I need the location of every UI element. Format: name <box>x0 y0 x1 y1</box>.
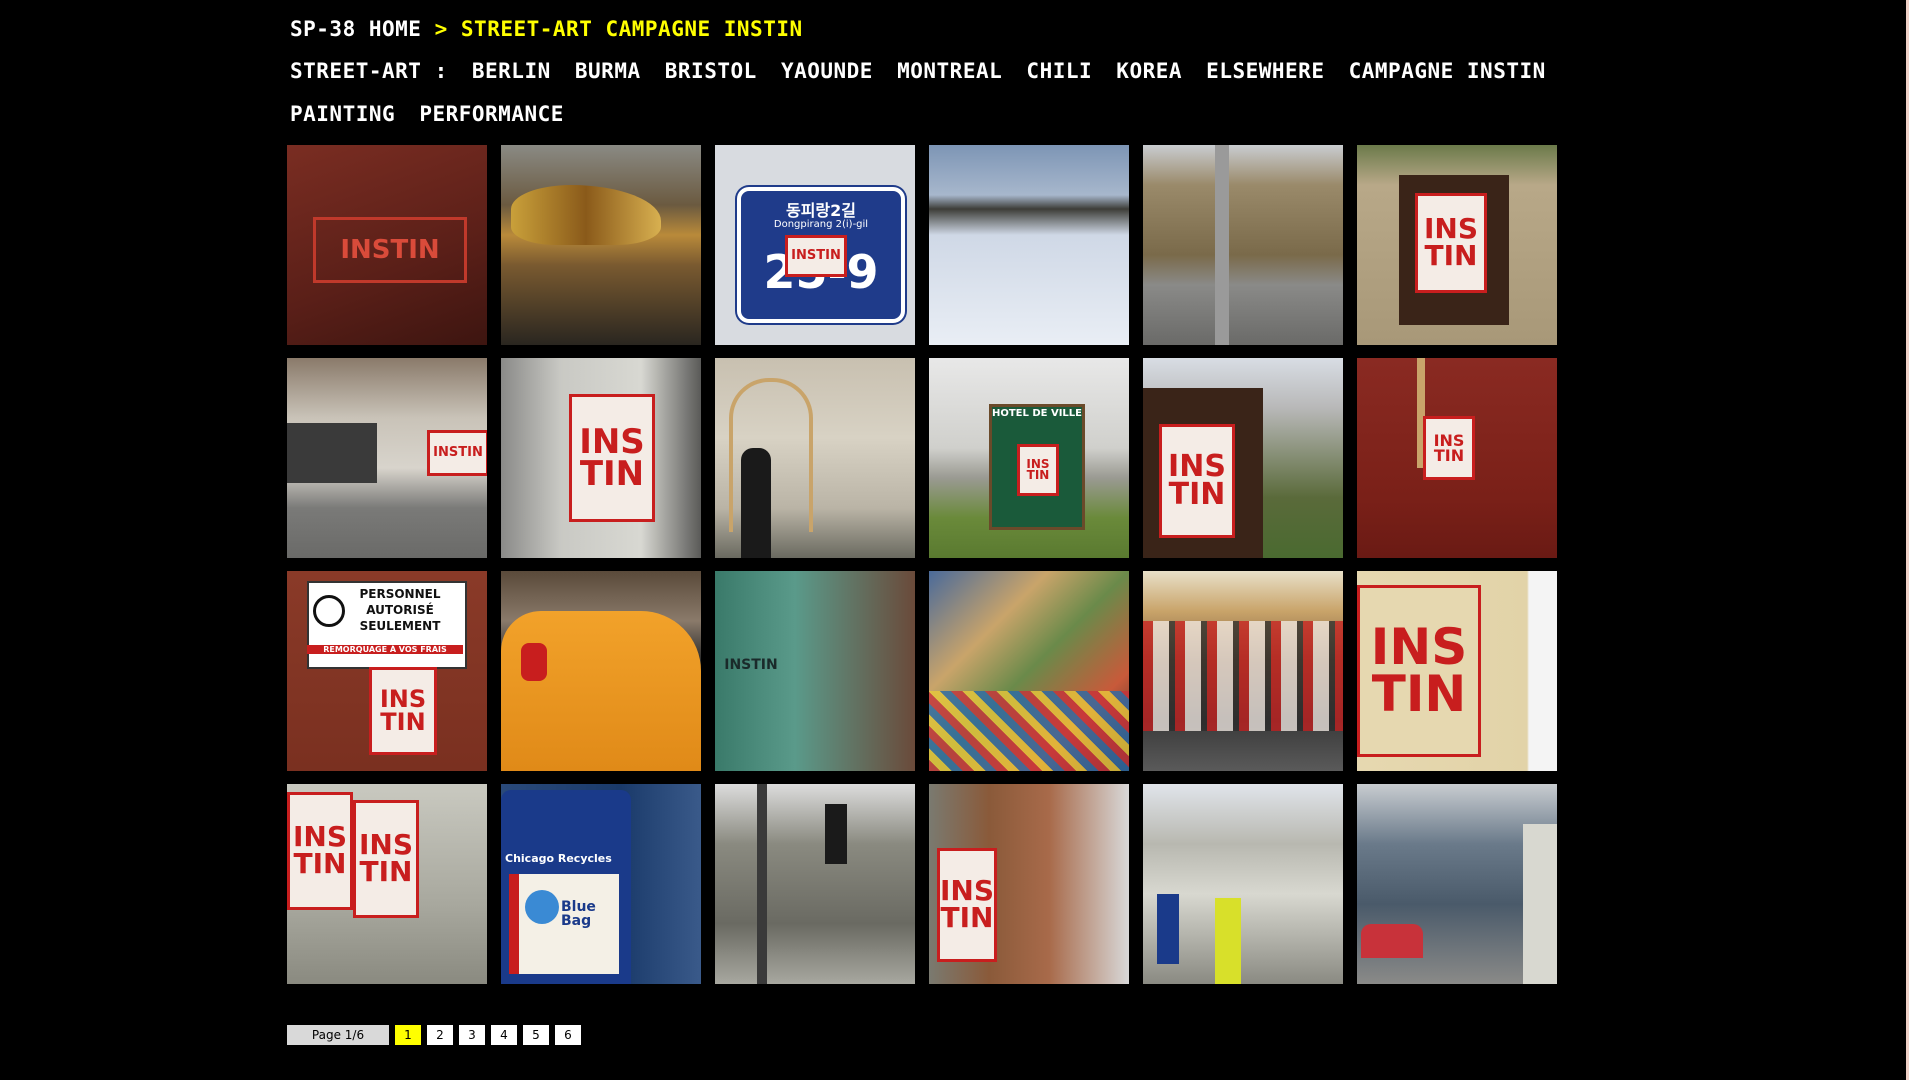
worker-2 <box>1215 898 1241 984</box>
thumbnail-5[interactable] <box>1143 145 1343 345</box>
nav-link-burma[interactable]: BURMA <box>575 59 641 83</box>
thumbnail-19[interactable]: INS TIN INS TIN <box>287 784 487 984</box>
thumbnail-16[interactable] <box>929 571 1129 771</box>
thumbnail-20[interactable]: Chicago Recycles Blue Bag <box>501 784 701 984</box>
instin-tag: INS TIN <box>1423 416 1475 480</box>
nav-link-berlin[interactable]: BERLIN <box>472 59 551 83</box>
instin-tag: INS TIN <box>1159 424 1235 538</box>
taxi <box>501 611 701 771</box>
graffiti-mural <box>929 691 1129 771</box>
page-button-3[interactable]: 3 <box>459 1025 485 1045</box>
instin-tag: INSTIN <box>785 235 847 277</box>
thumbnail-10[interactable]: HOTEL DE VILLE INS TIN <box>929 358 1129 558</box>
pagination: Page 1/6 1 2 3 4 5 6 <box>287 1025 581 1045</box>
thumbnail-24[interactable] <box>1357 784 1557 984</box>
nav-link-chili[interactable]: CHILI <box>1026 59 1092 83</box>
right-edge-line <box>1906 0 1909 1080</box>
instin-tag: INS TIN <box>937 848 997 962</box>
graffiti-wall <box>287 423 377 483</box>
instin-tag: INS TIN <box>569 394 655 522</box>
thumbnail-17[interactable] <box>1143 571 1343 771</box>
nav-link-performance[interactable]: PERFORMANCE <box>419 102 564 126</box>
taxi-light <box>521 643 547 681</box>
page-button-2[interactable]: 2 <box>427 1025 453 1045</box>
thumbnail-4[interactable] <box>929 145 1129 345</box>
parking-line-4: REMORQUAGE À VOS FRAIS <box>307 645 463 654</box>
page-button-4[interactable]: 4 <box>491 1025 517 1045</box>
hotel-sign-text: HOTEL DE VILLE <box>991 408 1083 419</box>
thumbnail-grid: INSTIN 동피랑2길 Dongpirang 2(i)-gil 25-9 IN… <box>287 145 1557 984</box>
thumbnail-15[interactable]: INSTIN <box>715 571 915 771</box>
banner <box>825 804 847 864</box>
parking-line-1: PERSONNEL <box>359 587 441 601</box>
instin-tag: INSTIN <box>724 657 778 674</box>
instin-tag: INS TIN <box>287 792 353 910</box>
thumbnail-23[interactable] <box>1143 784 1343 984</box>
thumbnail-21[interactable] <box>715 784 915 984</box>
parking-line-2: AUTORISÉ <box>366 603 434 617</box>
thumbnail-2[interactable] <box>501 145 701 345</box>
category-nav: PAINTING PERFORMANCE <box>290 102 575 126</box>
instin-tag: INS TIN <box>1357 585 1481 757</box>
page-button-1[interactable]: 1 <box>395 1025 421 1045</box>
nav-link-campagne-instin[interactable]: CAMPAGNE INSTIN <box>1349 59 1546 83</box>
thumbnail-12[interactable]: INS TIN <box>1357 358 1557 558</box>
thumbnail-18[interactable]: INS TIN <box>1357 571 1557 771</box>
instin-tag: INS TIN <box>1017 444 1059 496</box>
instin-tag: INSTIN <box>427 430 487 476</box>
nav-link-bristol[interactable]: BRISTOL <box>665 59 757 83</box>
thumbnail-9[interactable] <box>715 358 915 558</box>
thumbnail-6[interactable]: INS TIN <box>1357 145 1557 345</box>
thumbnail-1[interactable]: INSTIN <box>287 145 487 345</box>
street-pole <box>757 784 767 984</box>
pedestrian <box>741 448 771 558</box>
pillar <box>1523 824 1557 984</box>
blue-circle <box>525 890 559 924</box>
instin-tag: INS TIN <box>353 800 419 918</box>
collage-wall <box>1143 621 1343 731</box>
page-info: Page 1/6 <box>287 1025 389 1045</box>
lamp-pole <box>1215 145 1229 345</box>
home-link[interactable]: SP-38 HOME <box>290 17 421 41</box>
thumbnail-13[interactable]: PERSONNEL AUTORISÉ SEULEMENT REMORQUAGE … <box>287 571 487 771</box>
nav-link-elsewhere[interactable]: ELSEWHERE <box>1206 59 1324 83</box>
street-art-nav: STREET-ART : BERLIN BURMA BRISTOL YAOUND… <box>290 59 1557 83</box>
page-button-6[interactable]: 6 <box>555 1025 581 1045</box>
nav-link-yaounde[interactable]: YAOUNDE <box>781 59 873 83</box>
nav-link-korea[interactable]: KOREA <box>1116 59 1182 83</box>
instin-tag: INS TIN <box>1415 193 1487 293</box>
thumbnail-14[interactable] <box>501 571 701 771</box>
chicago-label: Chicago Recycles <box>505 852 612 865</box>
worker-1 <box>1157 894 1179 964</box>
thumbnail-8[interactable]: INS TIN <box>501 358 701 558</box>
breadcrumb: SP-38 HOME > STREET-ART CAMPAGNE INSTIN <box>290 17 803 41</box>
korean-sign-text: 동피랑2길 <box>785 201 856 220</box>
nav-link-montreal[interactable]: MONTREAL <box>897 59 1002 83</box>
breadcrumb-current: STREET-ART CAMPAGNE INSTIN <box>460 17 803 41</box>
thumbnail-11[interactable]: INS TIN <box>1143 358 1343 558</box>
korean-sign-romanized: Dongpirang 2(i)-gil <box>773 219 869 230</box>
thumbnail-22[interactable]: INS TIN <box>929 784 1129 984</box>
page-button-5[interactable]: 5 <box>523 1025 549 1045</box>
instin-tag: INS TIN <box>369 667 437 755</box>
no-parking-symbol <box>313 595 345 627</box>
blue-bag-label: Blue Bag <box>561 899 596 929</box>
thumbnail-3[interactable]: 동피랑2길 Dongpirang 2(i)-gil 25-9 INSTIN <box>715 145 915 345</box>
taxi-small <box>1361 924 1423 958</box>
parking-line-3: SEULEMENT <box>359 619 441 633</box>
instin-tag: INSTIN <box>313 217 467 283</box>
thumbnail-7[interactable]: INSTIN <box>287 358 487 558</box>
nav-link-painting[interactable]: PAINTING <box>290 102 395 126</box>
golden-boat-shape <box>511 185 661 245</box>
breadcrumb-separator: > <box>434 17 448 41</box>
nav-prefix: STREET-ART : <box>290 59 448 83</box>
